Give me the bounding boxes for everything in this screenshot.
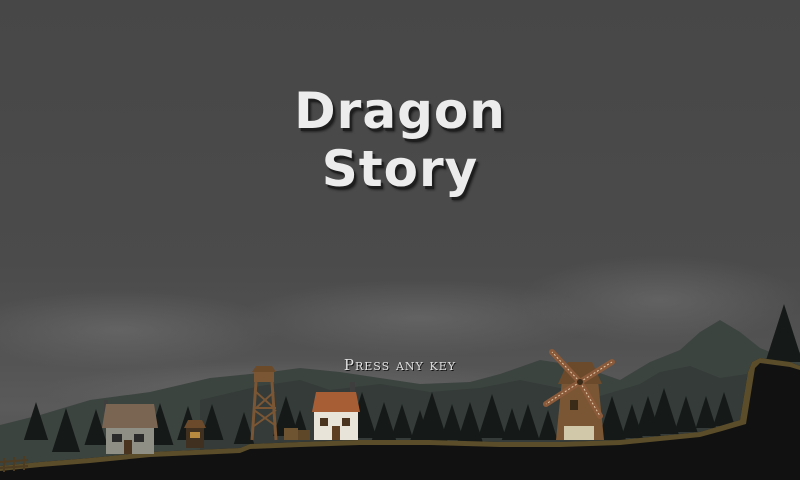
title-screen[interactable]: Dragon Story Press any key — [0, 0, 800, 480]
game-title-line-2: Story — [321, 140, 479, 198]
game-title-line-1: Dragon — [294, 82, 506, 140]
village-landscape — [0, 255, 800, 480]
fence — [0, 456, 29, 472]
press-any-key-prompt[interactable]: Press any key — [0, 356, 800, 374]
stone-house — [102, 400, 158, 454]
small-shed — [184, 420, 206, 448]
